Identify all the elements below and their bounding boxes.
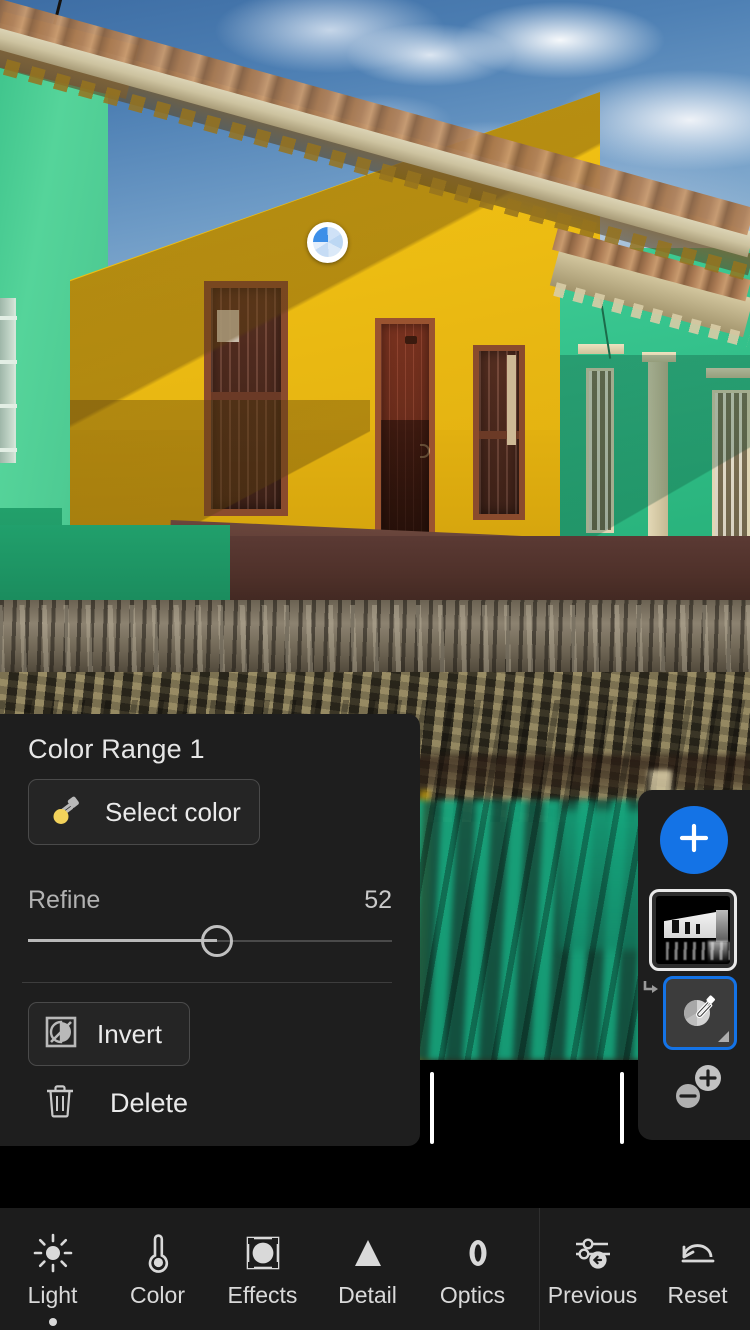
- previous-sliders-icon: [570, 1230, 616, 1276]
- refine-slider[interactable]: [28, 925, 392, 957]
- sun-icon: [31, 1230, 75, 1276]
- toolbar-item-detail[interactable]: Detail: [315, 1208, 420, 1330]
- thermometer-icon: [136, 1230, 180, 1276]
- green-plinth: [0, 525, 230, 610]
- select-color-label: Select color: [105, 796, 241, 827]
- mask-tool-rail: [638, 790, 750, 1140]
- delete-button[interactable]: Delete: [44, 1084, 188, 1123]
- delete-label: Delete: [110, 1088, 189, 1118]
- right-building-lintel-1: [578, 344, 624, 354]
- mask-thumbnail-image: [656, 896, 730, 964]
- triangle-icon: [346, 1230, 390, 1276]
- invert-label: Invert: [97, 1018, 163, 1049]
- window-large: [204, 281, 288, 516]
- eyedropper-icon: [47, 792, 83, 833]
- color-range-panel: Color Range 1 Select color Refine 52 Inv…: [0, 714, 420, 1146]
- toolbar-label-previous: Previous: [547, 1281, 638, 1308]
- curb-weathering: [0, 605, 750, 675]
- left-building-window: [0, 298, 17, 463]
- edit-module-group: Light Color Effects Detail Optics: [0, 1208, 539, 1330]
- invert-button[interactable]: Invert: [28, 1002, 190, 1066]
- toolbar-item-reset[interactable]: Reset: [645, 1208, 750, 1330]
- toolbar-label-effects: Effects: [227, 1281, 298, 1308]
- toolbar-label-reset: Reset: [667, 1281, 728, 1308]
- crop-handle-left[interactable]: [430, 1072, 434, 1144]
- plus-icon: [677, 821, 711, 860]
- history-group: Previous Reset: [539, 1208, 750, 1330]
- color-range-eyedropper-icon: [678, 989, 722, 1038]
- crop-handle-right[interactable]: [620, 1072, 624, 1144]
- window-small: [473, 345, 525, 520]
- toolbar-label-detail: Detail: [338, 1281, 397, 1308]
- panel-title: Color Range 1: [28, 734, 205, 764]
- lens-icon: [451, 1230, 495, 1276]
- active-indicator-dot: [48, 1318, 57, 1326]
- color-wheel-icon: [312, 227, 343, 258]
- select-color-button[interactable]: Select color: [28, 779, 260, 845]
- slider-thumb[interactable]: [201, 925, 234, 957]
- undo-arrow-icon: [675, 1230, 721, 1276]
- slider-track-active: [28, 939, 218, 942]
- mask-thumbnail[interactable]: [649, 889, 737, 971]
- mask-branch-arrow-icon: [642, 978, 662, 998]
- tool-options-corner-icon: [718, 1031, 729, 1042]
- panel-divider: [22, 982, 392, 983]
- bottom-toolbar: Light Color Effects Detail Optics Previo…: [0, 1208, 750, 1330]
- add-subtract-icon: [666, 1065, 730, 1118]
- toolbar-item-effects[interactable]: Effects: [210, 1208, 315, 1330]
- toolbar-label-color: Color: [130, 1281, 185, 1308]
- color-range-sample-pin[interactable]: [307, 221, 348, 263]
- toolbar-item-color[interactable]: Color: [105, 1208, 210, 1330]
- refine-value: 52: [364, 886, 392, 914]
- toolbar-label-optics: Optics: [439, 1281, 506, 1308]
- trash-icon: [44, 1084, 76, 1123]
- lightroom-editor-screen: Color Range 1 Select color Refine 52 Inv…: [0, 0, 750, 1330]
- add-subtract-button[interactable]: [666, 1062, 730, 1114]
- toolbar-label-light: Light: [27, 1281, 78, 1308]
- effects-frame-icon: [241, 1230, 285, 1276]
- color-range-tool-button[interactable]: [663, 976, 737, 1050]
- refine-row: Refine 52: [28, 886, 392, 915]
- front-door: [375, 318, 435, 553]
- refine-label: Refine: [28, 886, 101, 914]
- add-mask-button[interactable]: [660, 806, 728, 874]
- toolbar-item-optics[interactable]: Optics: [420, 1208, 525, 1330]
- toolbar-item-light[interactable]: Light: [0, 1208, 105, 1330]
- toolbar-item-previous[interactable]: Previous: [540, 1208, 645, 1330]
- invert-icon: [45, 1016, 77, 1053]
